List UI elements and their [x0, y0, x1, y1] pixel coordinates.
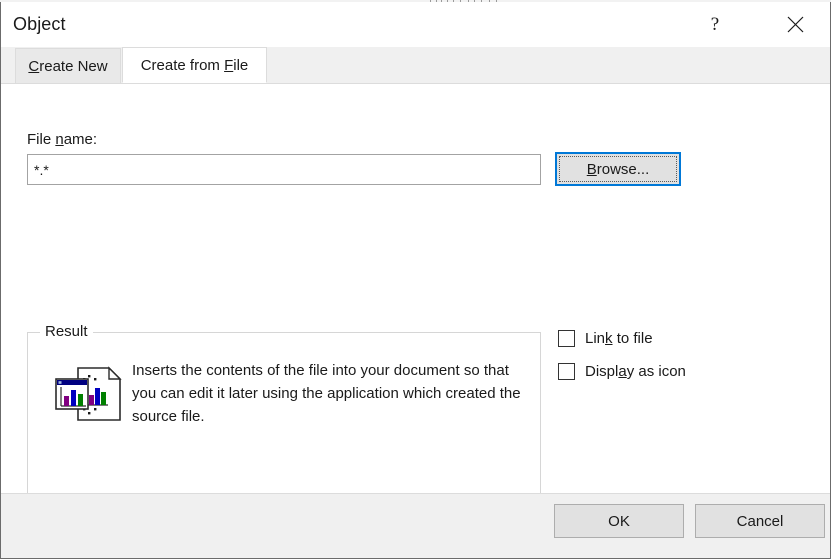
dialog-title: Object	[13, 14, 66, 34]
cancel-button[interactable]: Cancel	[695, 504, 825, 538]
checkbox-link-to-file-label: Link to file	[585, 330, 653, 347]
checkbox-link-to-file[interactable]: Link to file	[558, 330, 653, 347]
document-with-chart-icon	[55, 366, 122, 421]
tab-create-from-file[interactable]: Create from File	[122, 47, 267, 83]
checkbox-box-icon[interactable]	[558, 330, 575, 347]
browse-button[interactable]: Browse...	[555, 152, 681, 186]
object-dialog: Object ? Create New Create from File Fil…	[0, 2, 831, 559]
checkbox-display-as-icon-label: Display as icon	[585, 363, 686, 380]
filename-input[interactable]	[27, 154, 541, 185]
dialog-titlebar: Object ?	[1, 2, 830, 47]
result-group-label: Result	[40, 323, 93, 340]
browse-button-label: Browse...	[586, 160, 650, 178]
checkbox-display-as-icon[interactable]: Display as icon	[558, 363, 686, 380]
dialog-content: File name: Browse... Link to file Displa…	[1, 83, 830, 500]
tab-create-from-file-label: Create from File	[140, 56, 249, 74]
result-description: Inserts the contents of the file into yo…	[132, 362, 521, 425]
filename-label: File name:	[27, 131, 98, 148]
checkbox-box-icon[interactable]	[558, 363, 575, 380]
ok-button[interactable]: OK	[554, 504, 684, 538]
help-button[interactable]: ?	[692, 2, 738, 47]
tab-strip: Create New Create from File	[1, 47, 830, 84]
close-button[interactable]	[772, 2, 818, 47]
close-x-icon	[787, 16, 803, 33]
question-mark-icon: ?	[710, 14, 720, 35]
tab-create-new-label: Create New	[28, 57, 108, 75]
tab-create-new[interactable]: Create New	[15, 48, 121, 83]
result-group-box: Result Inserts the contents of the file …	[27, 323, 541, 500]
dialog-footer: OK Cancel	[1, 493, 830, 558]
